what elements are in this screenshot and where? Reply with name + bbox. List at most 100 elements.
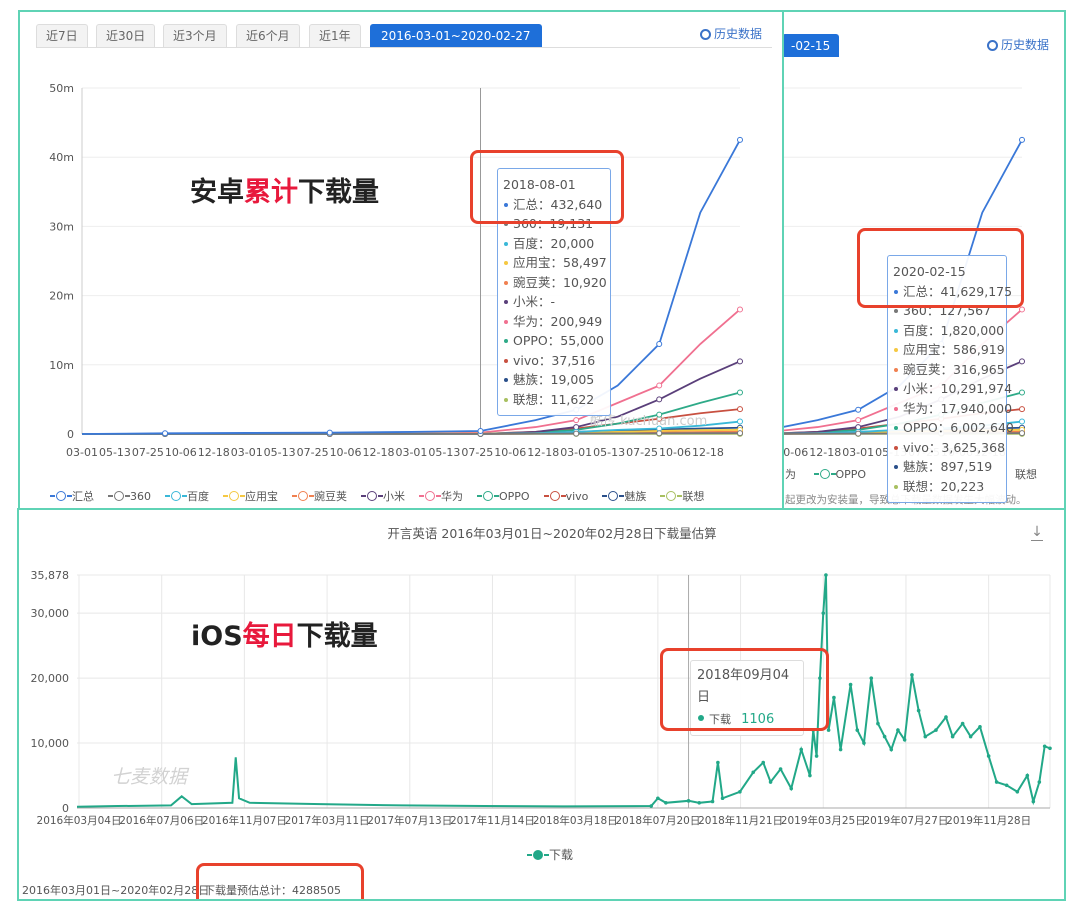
legend-item[interactable]: 华为 — [419, 490, 463, 503]
legend-label: 下载 — [549, 848, 574, 862]
legend-label: OPPO — [499, 490, 530, 503]
tooltip-row: 小米：10,291,974 — [893, 379, 1012, 399]
data-point — [778, 767, 783, 771]
x-tick-label: 12-18 — [527, 446, 559, 459]
series-dot — [504, 241, 508, 246]
y-tick-label: 20m — [49, 290, 74, 303]
tooltip-row: 魅族：19,005 — [503, 370, 605, 390]
history-label: 历史数据 — [1001, 38, 1050, 52]
data-point — [737, 430, 743, 437]
legend-item-oppo[interactable]: OPPO — [813, 468, 866, 481]
legend-label: 百度 — [187, 490, 209, 503]
data-point — [697, 801, 702, 805]
tooltip-value: 魅族：897,519 — [903, 459, 993, 474]
tab-30-days[interactable]: 近30日 — [96, 24, 156, 47]
tooltip-row: 应用宝：586,919 — [893, 340, 1005, 360]
series-dot — [894, 348, 898, 352]
legend-item-lenovo[interactable]: 联想 — [1015, 466, 1037, 482]
series-dot — [894, 309, 898, 313]
series-dot — [894, 387, 898, 391]
overlay-title: 安卓累计下载量 — [190, 177, 379, 208]
legend-label: 应用宝 — [245, 490, 278, 503]
legend-label: 联想 — [682, 490, 705, 503]
data-point — [720, 796, 725, 801]
data-point — [573, 424, 580, 431]
legend-item[interactable]: 豌豆荚 — [292, 490, 347, 503]
legend-item[interactable]: 应用宝 — [223, 490, 278, 503]
legend-item[interactable]: 百度 — [165, 490, 209, 503]
history-data-link[interactable]: 历史数据 — [700, 25, 762, 42]
data-point — [1019, 430, 1025, 437]
android-chart-canvas: 010m20m30m40m50m03-01 05-13 07-25 10-06 12-1… — [49, 82, 743, 459]
data-point — [737, 418, 743, 425]
data-point — [738, 789, 742, 794]
x-tick-label: 03-01 — [560, 446, 592, 459]
data-point — [737, 306, 743, 313]
x-tick-label: 05-13 — [99, 446, 131, 459]
data-point — [855, 728, 860, 732]
legend-back: 为 OPPO 联想 — [785, 466, 1037, 482]
legend-item[interactable]: 360 — [108, 490, 151, 503]
legend-item[interactable]: 汇总 — [50, 490, 94, 503]
data-point — [855, 424, 862, 431]
tooltip-row: 百度：20,000 — [503, 234, 605, 254]
tooltip-row: 联想：20,223 — [893, 477, 1001, 497]
watermark: 七麦数据 — [111, 766, 188, 788]
data-point — [477, 428, 484, 435]
data-point — [821, 611, 826, 615]
legend-marker — [543, 491, 566, 501]
history-data-link-back[interactable]: 历史数据 — [987, 36, 1049, 53]
tab-7-days[interactable]: 近7日 — [36, 24, 88, 47]
legend-item[interactable]: vivo — [543, 490, 588, 503]
chart-title: 开言英语 2016年03月01日~2020年02月28日下载量估算 — [387, 526, 717, 541]
tab-3-months[interactable]: 近3个月 — [163, 24, 227, 47]
legend-item[interactable]: 魅族 — [602, 490, 646, 503]
y-tick-label: 40m — [49, 151, 74, 164]
tab-6-months[interactable]: 近6个月 — [236, 24, 300, 47]
legend-item[interactable]: OPPO — [477, 490, 530, 503]
tab-date-range[interactable]: 2016-03-01~2020-02-27 — [370, 24, 542, 47]
tab-1-year[interactable]: 近1年 — [309, 24, 361, 47]
legend-item[interactable]: 联想 — [660, 490, 704, 503]
y-tick-label: 30m — [49, 220, 74, 233]
tooltip-value: 华为：200,949 — [513, 313, 603, 329]
data-point — [573, 417, 580, 424]
data-point — [326, 429, 333, 436]
tooltip-value: 应用宝：586,919 — [903, 342, 1005, 357]
y-tick-label: 10,000 — [31, 737, 70, 750]
tooltip-value: 应用宝：58,497 — [513, 255, 607, 270]
legend-marker — [477, 491, 499, 501]
tooltip-value: 百度：20,000 — [513, 235, 595, 251]
series-dot — [894, 484, 898, 489]
legend-item-huawei[interactable]: 为 — [785, 468, 796, 481]
data-point — [994, 780, 999, 784]
y-tick-label: 50m — [49, 82, 74, 95]
tooltip-row: 豌豆荚：10,920 — [503, 273, 607, 293]
tooltip-value: 小米：10,291,974 — [903, 381, 1013, 396]
tooltip-value: 魅族：19,005 — [513, 372, 595, 387]
y-tick-label: 0 — [62, 802, 69, 815]
x-tick-label: 07-25 — [297, 446, 329, 459]
legend-marker — [813, 469, 836, 479]
annotation-box-tooltip — [660, 648, 829, 731]
tooltip-row: OPPO：55,000 — [503, 331, 605, 351]
y-tick-label: 0 — [67, 428, 74, 441]
legend-label: 汇总 — [72, 490, 94, 503]
data-point — [1019, 306, 1025, 313]
annotation-box-total — [196, 863, 364, 899]
tab-date-range-back[interactable]: -02-15 — [782, 34, 840, 57]
x-tick-label: 10-06 — [165, 446, 197, 459]
series-dot — [894, 406, 898, 411]
legend-item[interactable]: 小米 — [361, 490, 405, 503]
x-tick-label: 10-06 — [330, 446, 362, 459]
data-point — [923, 734, 928, 739]
download-icon[interactable]: ↓ — [1031, 525, 1043, 541]
data-point — [656, 796, 660, 801]
annotation-box — [470, 150, 624, 224]
legend-label: 华为 — [441, 490, 463, 503]
legend-item-download[interactable]: 下载 — [527, 848, 573, 862]
history-icon — [700, 29, 711, 40]
data-point — [986, 754, 991, 758]
data-point — [1019, 406, 1025, 413]
legend-marker — [527, 850, 549, 860]
